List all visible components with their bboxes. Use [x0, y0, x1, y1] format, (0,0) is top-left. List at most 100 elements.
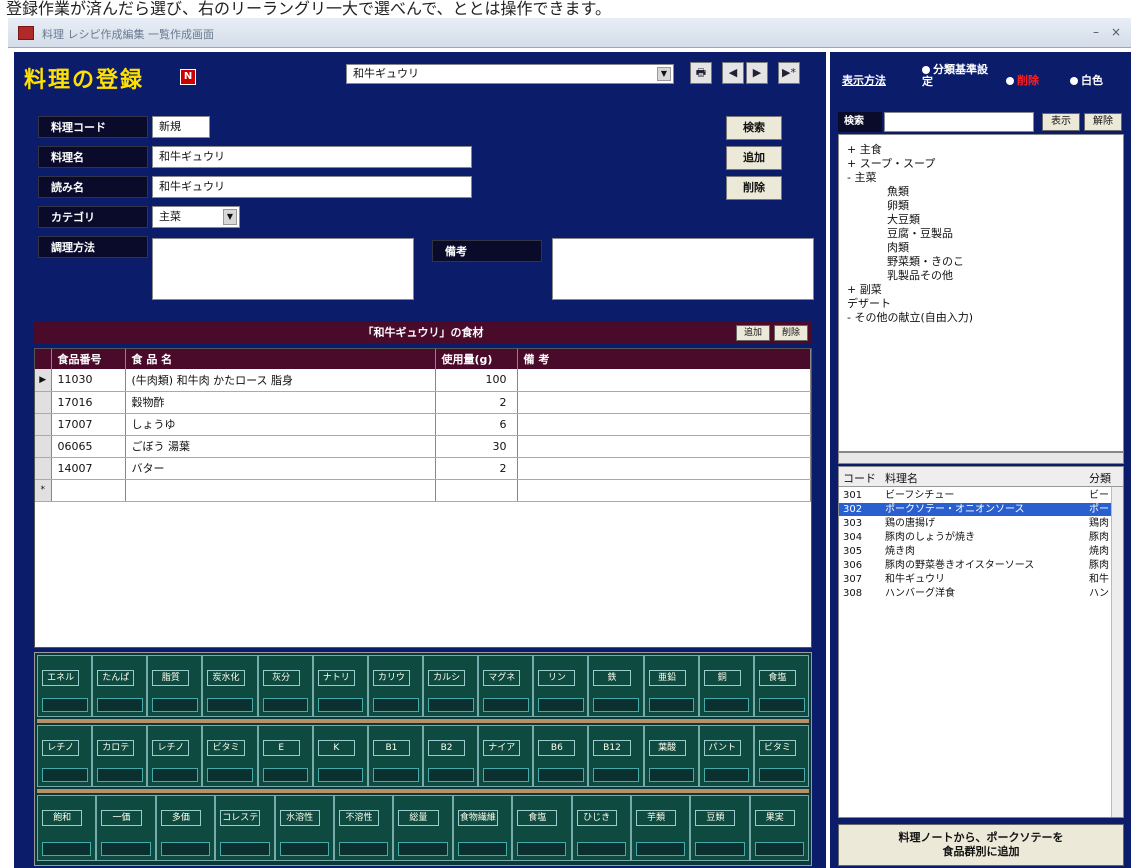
nutrient-value — [703, 698, 750, 712]
red-option[interactable]: 削除 — [1006, 72, 1039, 88]
name-field[interactable]: 和牛ギュウリ — [152, 146, 472, 168]
clear-button[interactable]: 解除 — [1084, 113, 1122, 131]
cell-note[interactable] — [517, 435, 811, 458]
tree-item[interactable]: 野菜類・きのこ — [887, 255, 964, 269]
new-record-icon[interactable]: N — [180, 69, 196, 85]
next-record-button[interactable]: ▶ — [746, 62, 768, 84]
list-item[interactable]: 308 ハンバーグ洋食 ハン — [839, 587, 1123, 600]
table-row[interactable]: 17007 しょうゆ 6 — [35, 413, 811, 436]
app-icon — [18, 26, 34, 40]
cell-food-name[interactable]: しょうゆ — [125, 413, 436, 436]
howto-textarea[interactable] — [152, 238, 414, 300]
ingredient-add-button[interactable]: 追加 — [736, 325, 770, 341]
list-item[interactable]: 302 ポークソテー・オニオンソース ポー — [839, 503, 1123, 516]
nutrient-label: カリウム — [372, 670, 411, 686]
nutrient-label: 芋類 — [635, 810, 677, 826]
row-selector[interactable] — [35, 457, 52, 480]
cell-quantity[interactable]: 2 — [435, 457, 518, 480]
cell-quantity[interactable]: 6 — [435, 413, 518, 436]
new-row[interactable]: * — [35, 479, 811, 502]
cell-food-name[interactable]: (牛肉類) 和牛肉 かたロース 脂身 — [125, 369, 436, 392]
tree-item[interactable]: 卵類 — [887, 199, 909, 213]
add-from-notebook-button[interactable]: 料理ノートから、ポークソテーを 食品群別に追加 — [838, 824, 1124, 866]
nutrient-cell: レチノール — [37, 725, 93, 787]
cell-food-id[interactable] — [51, 479, 126, 502]
search-button[interactable]: 検索 — [726, 116, 782, 140]
row-selector[interactable] — [35, 413, 52, 436]
cell-note[interactable] — [517, 413, 811, 436]
nutrient-cell: カルシウム — [422, 655, 479, 717]
cell-food-id[interactable]: 14007 — [51, 457, 126, 480]
cell-quantity[interactable]: 100 — [435, 369, 518, 392]
tree-item[interactable]: デザート — [847, 297, 891, 311]
list-item[interactable]: 303 鶏の唐揚げ 鶏肉 — [839, 517, 1123, 530]
cell-food-id[interactable]: 06065 — [51, 435, 126, 458]
category-select[interactable]: 主菜 ▼ — [152, 206, 240, 228]
row-selector[interactable] — [35, 435, 52, 458]
red-option-label: 削除 — [1017, 74, 1039, 87]
table-row[interactable]: 14007 バター 2 — [35, 457, 811, 480]
table-row[interactable]: ▶ 11030 (牛肉類) 和牛肉 かたロース 脂身 100 — [35, 369, 811, 392]
nutrient-cell: 不溶性 — [333, 795, 394, 861]
chevron-down-icon[interactable]: ▼ — [657, 67, 671, 81]
tree-item[interactable]: - 主菜 — [847, 171, 876, 185]
prev-record-button[interactable]: ◀ — [722, 62, 744, 84]
nutrient-value — [97, 768, 143, 782]
nutrient-label: リン — [538, 670, 576, 686]
note-textarea[interactable] — [552, 238, 814, 300]
horizontal-scrollbar[interactable] — [838, 452, 1124, 464]
tree-item[interactable]: 魚類 — [887, 185, 909, 199]
list-item[interactable]: 306 豚肉の野菜巻きオイスターソース 豚肉 — [839, 559, 1123, 572]
cell-food-name[interactable]: 穀物酢 — [125, 391, 436, 414]
recipe-select[interactable]: 和牛ギュウリ ▼ — [346, 64, 674, 84]
tree-item[interactable]: + 主食 — [847, 143, 882, 157]
print-button[interactable]: 🖶 — [690, 62, 712, 84]
cell-food-id[interactable]: 17007 — [51, 413, 126, 436]
show-button[interactable]: 表示 — [1042, 113, 1080, 131]
cell-note[interactable] — [517, 391, 811, 414]
list-item[interactable]: 301 ビーフシチュー ビー — [839, 489, 1123, 502]
row-selector[interactable] — [35, 391, 52, 414]
cell-food-id[interactable]: 11030 — [51, 369, 126, 392]
minimize-button[interactable]: – — [1088, 24, 1104, 40]
add-button[interactable]: 追加 — [726, 146, 782, 170]
tree-item[interactable]: 肉類 — [887, 241, 909, 255]
nutrient-value — [207, 768, 254, 782]
cell-food-id[interactable]: 17016 — [51, 391, 126, 414]
list-item[interactable]: 304 豚肉のしょうが焼き 豚肉 — [839, 531, 1123, 544]
code-field[interactable]: 新規 — [152, 116, 210, 138]
cell-food-name[interactable] — [125, 479, 436, 502]
cell-note[interactable] — [517, 479, 811, 502]
white-option[interactable]: 白色 — [1070, 72, 1103, 88]
table-row[interactable]: 06065 ごぼう 湯葉 30 — [35, 435, 811, 458]
cell-note[interactable] — [517, 457, 811, 480]
cell-quantity[interactable] — [435, 479, 518, 502]
display-mode-link[interactable]: 表示方法 — [842, 72, 886, 88]
delete-button[interactable]: 削除 — [726, 176, 782, 200]
ingredient-delete-button[interactable]: 削除 — [774, 325, 808, 341]
new-record-button[interactable]: ▶* — [778, 62, 800, 84]
table-row[interactable]: 17016 穀物酢 2 — [35, 391, 811, 414]
close-button[interactable]: × — [1108, 24, 1124, 40]
cell-quantity[interactable]: 30 — [435, 435, 518, 458]
list-cell-category: 和牛 — [1089, 574, 1109, 585]
search-input[interactable] — [884, 112, 1034, 132]
kana-field[interactable]: 和牛ギュウリ — [152, 176, 472, 198]
cell-food-name[interactable]: バター — [125, 457, 436, 480]
chevron-down-icon[interactable]: ▼ — [223, 209, 237, 225]
category-settings-link[interactable]: 分類基準設定 — [922, 64, 992, 88]
tree-item[interactable]: + スープ・スープ — [847, 157, 935, 171]
tree-item[interactable]: - その他の献立(自由入力) — [847, 311, 973, 325]
tree-item[interactable]: 乳製品その他 — [887, 269, 953, 283]
kana-label: 読み名 — [38, 176, 148, 198]
tree-item[interactable]: 大豆類 — [887, 213, 920, 227]
cell-food-name[interactable]: ごぼう 湯葉 — [125, 435, 436, 458]
list-cell-name: 和牛ギュウリ — [885, 574, 945, 585]
vertical-scrollbar[interactable] — [1111, 487, 1123, 817]
cell-quantity[interactable]: 2 — [435, 391, 518, 414]
list-item[interactable]: 307 和牛ギュウリ 和牛 — [839, 573, 1123, 586]
tree-item[interactable]: + 副菜 — [847, 283, 882, 297]
list-item[interactable]: 305 焼き肉 焼肉 — [839, 545, 1123, 558]
tree-item[interactable]: 豆腐・豆製品 — [887, 227, 953, 241]
cell-note[interactable] — [517, 369, 811, 392]
